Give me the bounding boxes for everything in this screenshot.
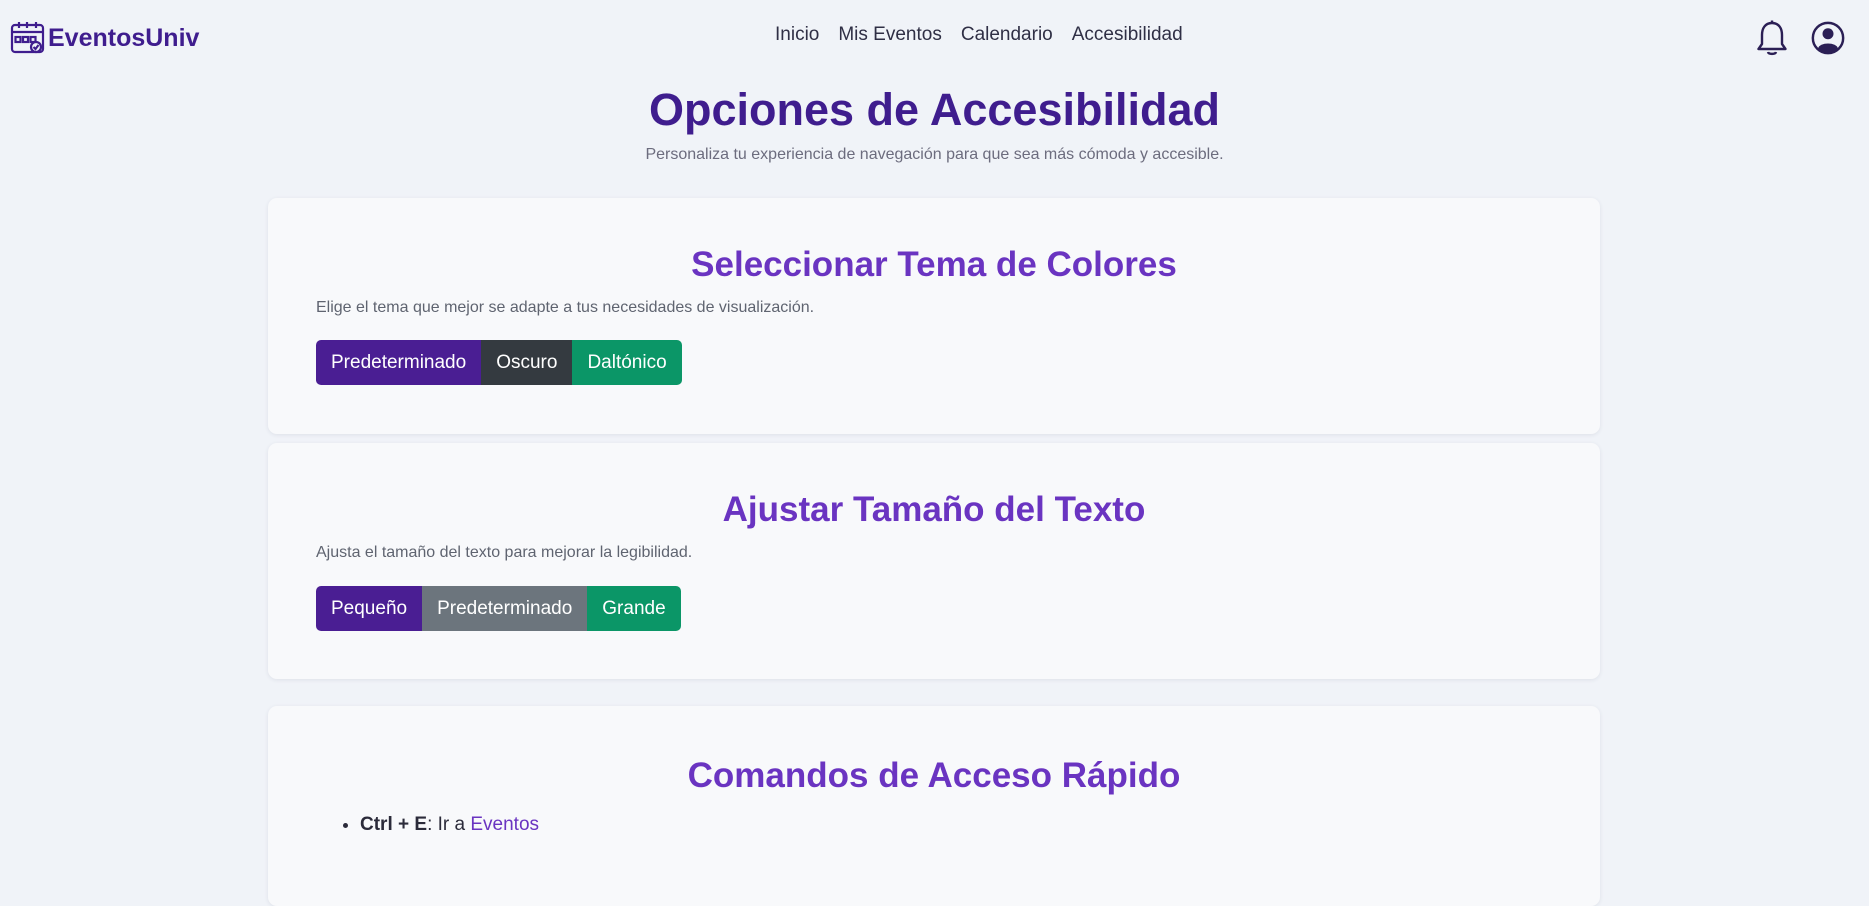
shortcuts-card-title: Comandos de Acceso Rápido xyxy=(687,756,1181,795)
text-size-default-button[interactable]: Predeterminado xyxy=(422,586,588,631)
theme-button-group: Predeterminado Oscuro Daltónico xyxy=(316,340,682,385)
theme-card-description: Elige el tema que mejor se adapte a tus … xyxy=(316,299,815,316)
calendar-icon xyxy=(10,22,45,54)
shortcut-link-eventos[interactable]: Eventos xyxy=(470,814,539,835)
shortcut-list: Ctrl + E: Ir a Eventos xyxy=(360,814,539,836)
bell-icon[interactable] xyxy=(1754,19,1790,57)
theme-colorblind-button[interactable]: Daltónico xyxy=(572,340,682,385)
text-size-small-button[interactable]: Pequeño xyxy=(316,586,423,631)
shortcuts-card: Comandos de Acceso Rápido Ctrl + E: Ir a… xyxy=(268,706,1600,906)
page-title: Opciones de Accesibilidad xyxy=(648,84,1220,135)
text-size-button-group: Pequeño Predeterminado Grande xyxy=(316,586,681,631)
theme-card: Seleccionar Tema de Colores Elige el tem… xyxy=(268,198,1600,434)
brand-logo[interactable]: EventosUniv xyxy=(10,20,199,56)
theme-default-button[interactable]: Predeterminado xyxy=(316,340,482,385)
shortcut-item: Ctrl + E: Ir a Eventos xyxy=(360,814,539,836)
text-size-large-button[interactable]: Grande xyxy=(587,586,681,631)
nav-links: Inicio Mis Eventos Calendario Accesibili… xyxy=(775,24,1183,46)
theme-card-title: Seleccionar Tema de Colores xyxy=(691,245,1177,284)
shortcut-text: : Ir a xyxy=(427,814,471,835)
nav-link-calendario[interactable]: Calendario xyxy=(961,24,1053,46)
page-subtitle: Personaliza tu experiencia de navegación… xyxy=(645,146,1224,163)
user-circle-icon[interactable] xyxy=(1810,19,1846,57)
shortcut-keys: Ctrl + E xyxy=(360,814,428,835)
nav-link-mis-eventos[interactable]: Mis Eventos xyxy=(838,24,941,46)
theme-dark-button[interactable]: Oscuro xyxy=(481,340,573,385)
text-size-card-title: Ajustar Tamaño del Texto xyxy=(722,490,1146,529)
text-size-card-description: Ajusta el tamaño del texto para mejorar … xyxy=(316,544,693,561)
nav-link-inicio[interactable]: Inicio xyxy=(775,24,819,46)
text-size-card: Ajustar Tamaño del Texto Ajusta el tamañ… xyxy=(268,443,1600,679)
nav-link-accesibilidad[interactable]: Accesibilidad xyxy=(1072,24,1183,46)
nav-icons xyxy=(1754,19,1846,57)
navbar: EventosUniv Inicio Mis Eventos Calendari… xyxy=(0,0,1869,78)
brand-name: EventosUniv xyxy=(48,23,200,52)
